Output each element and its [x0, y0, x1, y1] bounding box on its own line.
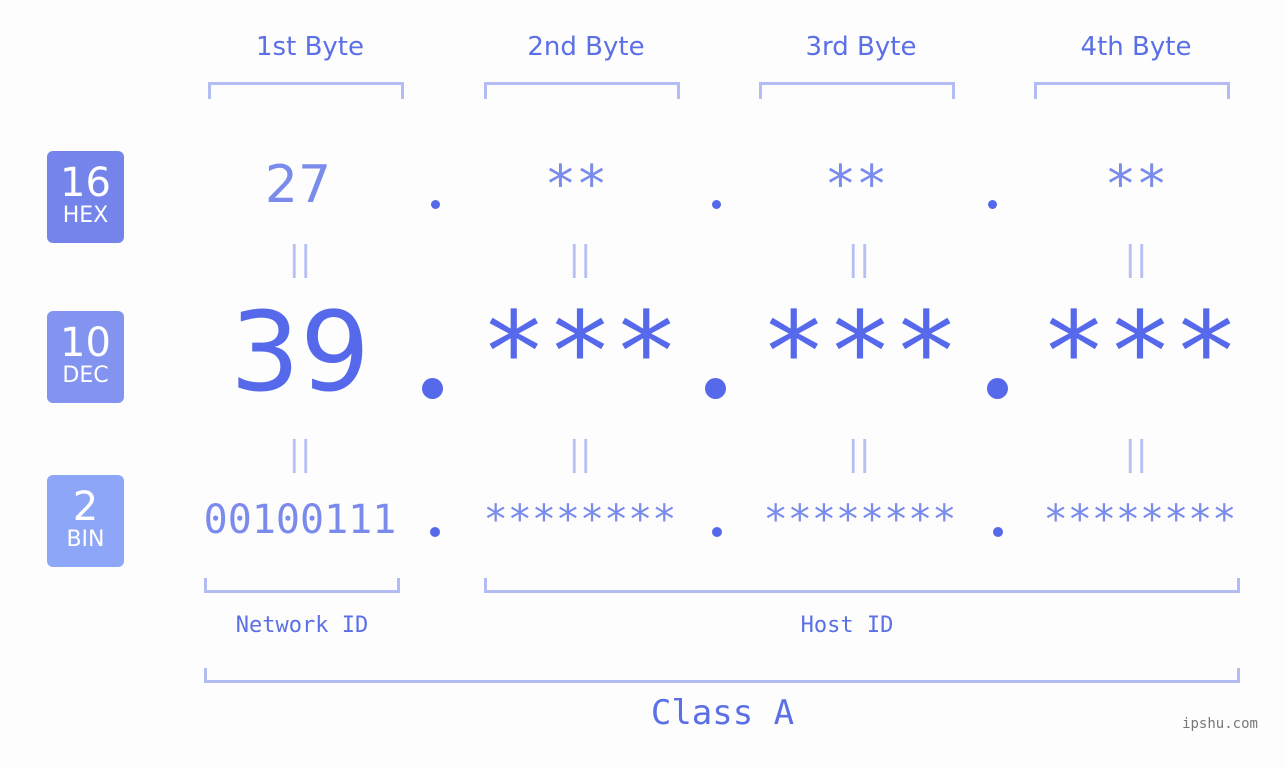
dec-byte-2: *** [480, 288, 680, 416]
bin-separator-dot [712, 527, 722, 537]
bin-byte-2: ******** [483, 497, 677, 543]
bin-byte-4: ******** [1043, 497, 1237, 543]
bin-badge-base: 2 [72, 484, 99, 530]
equals-sign: || [847, 239, 871, 279]
byte-1-title: 1st Byte [256, 32, 364, 62]
dec-separator-dot [987, 378, 1008, 399]
byte-2-title: 2nd Byte [527, 32, 645, 62]
equals-sign: || [568, 434, 592, 474]
network-id-label: Network ID [235, 613, 369, 638]
hex-separator-dot [431, 200, 440, 209]
dec-badge-label: DEC [62, 363, 109, 388]
dec-badge: 10 DEC [47, 311, 124, 403]
equals-sign: || [288, 239, 312, 279]
bin-badge: 2 BIN [47, 475, 124, 567]
network-id-bracket [204, 578, 400, 593]
byte-4-bracket [1034, 82, 1230, 99]
dec-byte-3: *** [760, 288, 960, 416]
equals-sign: || [1124, 239, 1148, 279]
bin-separator-dot [993, 527, 1003, 537]
hex-byte-2: ** [544, 155, 608, 215]
byte-4-title: 4th Byte [1080, 32, 1192, 62]
hex-badge-label: HEX [62, 203, 109, 228]
host-id-bracket [484, 578, 1240, 593]
byte-3-bracket [759, 82, 955, 99]
bin-separator-dot [430, 527, 440, 537]
class-label: Class A [650, 693, 795, 733]
watermark: ipshu.com [1182, 716, 1258, 732]
byte-2-bracket [484, 82, 680, 99]
class-bracket [204, 668, 1240, 683]
hex-badge-base: 16 [60, 160, 111, 206]
equals-sign: || [288, 434, 312, 474]
dec-byte-4: *** [1040, 288, 1240, 416]
equals-sign: || [847, 434, 871, 474]
equals-sign: || [1124, 434, 1148, 474]
hex-byte-3: ** [824, 155, 888, 215]
bin-byte-1: 00100111 [203, 497, 397, 543]
byte-3-title: 3rd Byte [805, 32, 917, 62]
equals-sign: || [568, 239, 592, 279]
dec-separator-dot [422, 378, 443, 399]
bin-badge-label: BIN [66, 527, 105, 552]
host-id-label: Host ID [800, 613, 894, 638]
byte-1-bracket [208, 82, 404, 99]
dec-separator-dot [705, 378, 726, 399]
hex-separator-dot [988, 200, 997, 209]
dec-badge-base: 10 [60, 320, 111, 366]
hex-byte-1: 27 [264, 155, 332, 215]
hex-badge: 16 HEX [47, 151, 124, 243]
dec-byte-1: 39 [230, 288, 370, 416]
bin-byte-3: ******** [763, 497, 957, 543]
hex-byte-4: ** [1104, 155, 1168, 215]
hex-separator-dot [712, 200, 721, 209]
